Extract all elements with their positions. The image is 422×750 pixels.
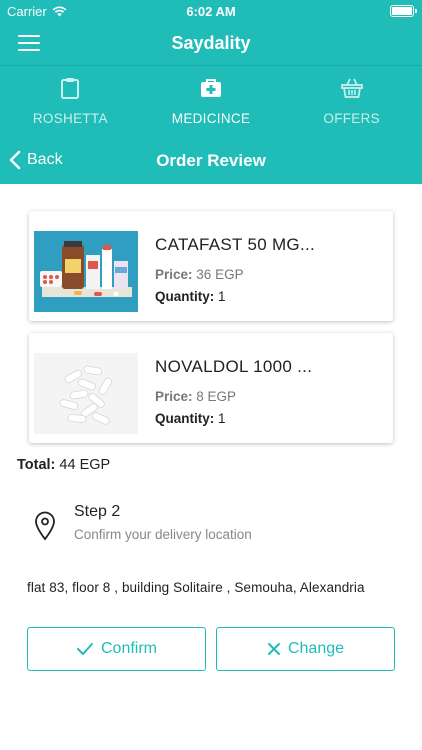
quantity-label: Quantity: [155,411,215,426]
confirm-label: Confirm [100,640,157,657]
change-label: Change [287,640,345,657]
product-price: Price: 36 EGP [155,267,244,282]
close-icon [267,643,280,655]
order-total: Total: 44 EGP [17,457,110,473]
tab-medicince[interactable]: MEDICINCE [141,66,282,139]
product-card[interactable]: CATAFAST 50 MG... Price: 36 EGP Quantity… [29,211,393,321]
delivery-address: flat 83, floor 8 , building Solitaire , … [27,580,365,595]
location-pin-icon [35,511,55,541]
clipboard-icon [61,78,80,99]
total-value: 44 EGP [59,457,111,473]
medical-kit-icon [201,79,221,97]
product-price: Price: 8 EGP [155,389,236,404]
tab-label: OFFERS [323,111,380,126]
quantity-label: Quantity: [155,289,215,304]
confirm-button[interactable]: Confirm [27,627,206,671]
battery-icon [390,5,417,17]
tab-offers[interactable]: OFFERS [281,66,422,139]
tab-label: MEDICINCE [171,111,251,126]
step-title: Step 2 [74,503,121,520]
status-time: 6:02 AM [186,4,236,19]
step-subtitle: Confirm your delivery location [74,527,252,542]
price-value: 8 EGP [196,389,237,404]
product-card[interactable]: NOVALDOL 1000 ... Price: 8 EGP Quantity:… [29,333,393,443]
price-value: 36 EGP [196,267,244,282]
product-name: NOVALDOL 1000 ... [155,357,313,376]
quantity-value: 1 [218,411,226,426]
page-title: Order Review [156,151,266,170]
order-review-header: Back Order Review [0,139,422,184]
tab-roshetta[interactable]: ROSHETTA [0,66,141,139]
status-bar: Carrier 6:02 AM [0,0,422,22]
quantity-value: 1 [218,289,226,304]
check-icon [76,643,93,655]
app-bar: Saydality [0,22,422,65]
product-name: CATAFAST 50 MG... [155,235,316,254]
basket-icon [340,78,363,98]
top-tabs: ROSHETTA MEDICINCE OFFERS [0,65,422,139]
total-label: Total: [17,457,56,473]
price-label: Price: [155,267,193,282]
price-label: Price: [155,389,193,404]
tab-label: ROSHETTA [32,111,108,126]
product-image [34,231,138,312]
app-title: Saydality [171,33,251,53]
change-button[interactable]: Change [216,627,395,671]
product-quantity: Quantity: 1 [155,289,226,304]
product-quantity: Quantity: 1 [155,411,226,426]
product-image [34,353,138,434]
